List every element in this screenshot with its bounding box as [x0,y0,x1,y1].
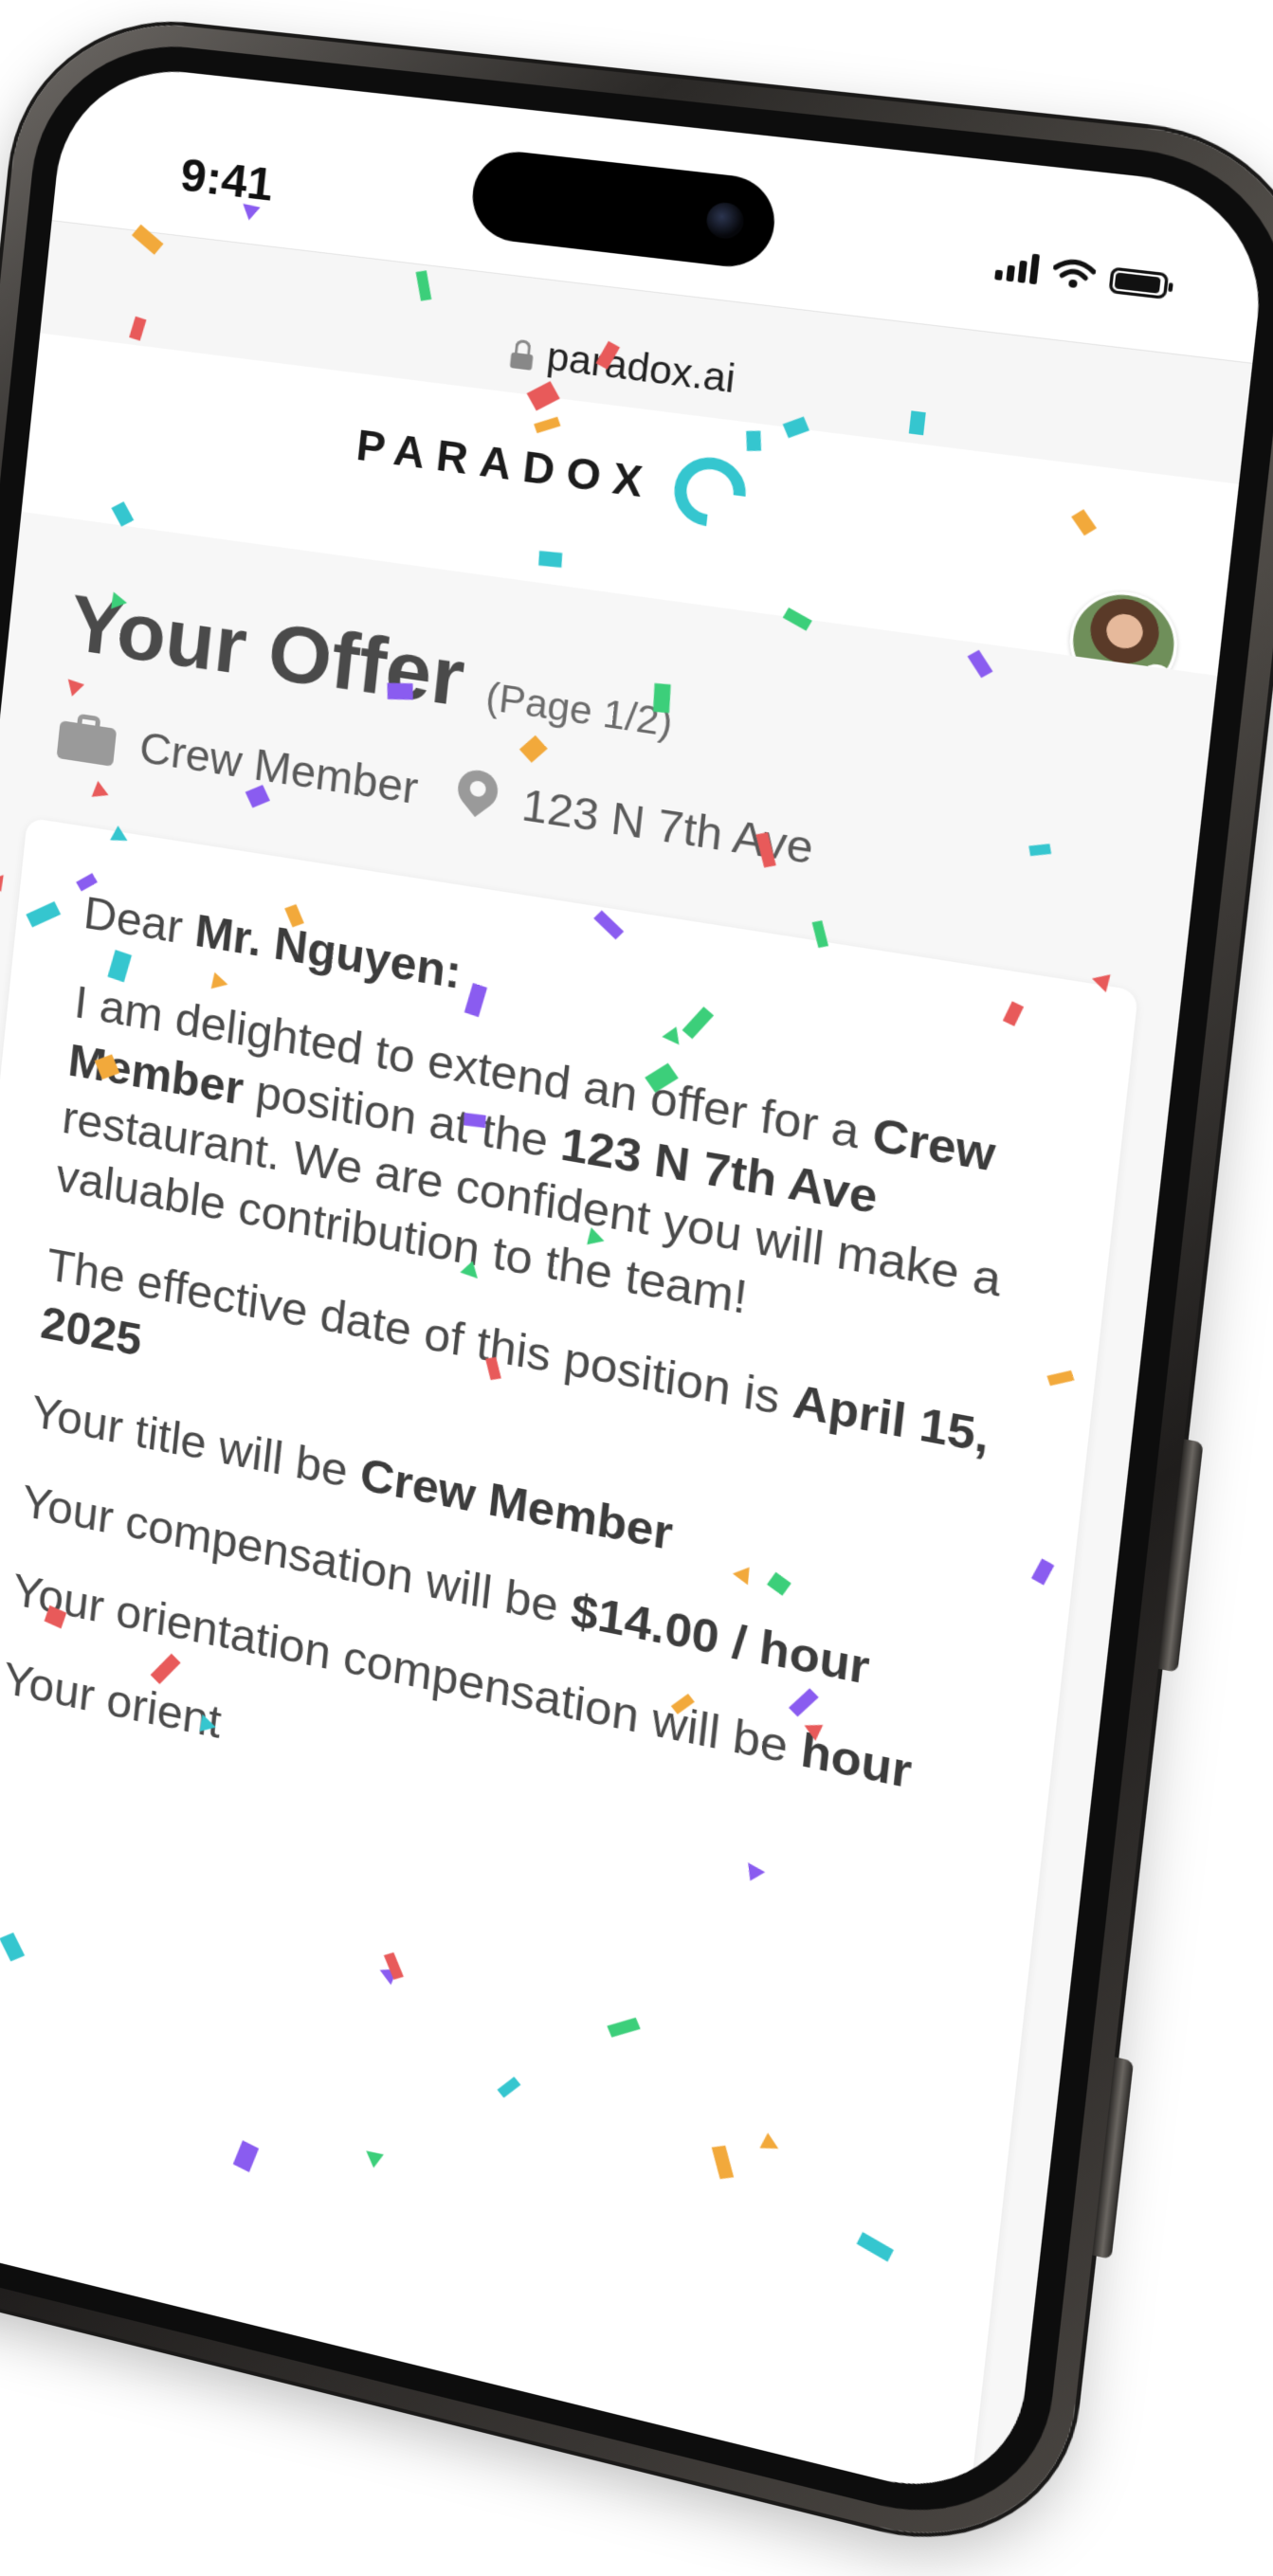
battery-icon [1108,266,1170,300]
phone-frame: 9:41 paradox.ai PARADOX Your Offer (Page… [0,9,1273,2572]
recipient-name: Mr. Nguyen [192,905,448,997]
page-title: Your Offer [65,577,469,724]
wifi-icon [1051,256,1097,289]
briefcase-icon [56,711,118,767]
url-text: paradox.ai [544,335,737,402]
lock-icon [509,338,535,371]
location-meta: 123 N 7th Ave [449,762,816,876]
camera-icon [704,200,746,241]
paradox-logo[interactable]: PARADOX [353,412,760,541]
page-indicator: (Page 1/2) [483,675,675,746]
offer-content: Your Offer (Page 1/2) Crew Member 123 N … [0,511,1218,2512]
dynamic-island [467,147,779,272]
location-pin-icon [449,762,506,827]
cellular-signal-icon [994,249,1040,285]
position-meta: Crew Member [56,709,421,814]
paradox-ring-icon [659,443,760,541]
brand-wordmark: PARADOX [354,422,657,509]
url-display[interactable]: paradox.ai [509,331,737,402]
location-label: 123 N 7th Ave [519,779,816,874]
status-icons [994,249,1170,300]
offer-letter: Dear Mr. Nguyen: I am delighted to exten… [0,817,1139,2512]
position-label: Crew Member [136,721,421,814]
status-time: 9:41 [177,150,276,211]
